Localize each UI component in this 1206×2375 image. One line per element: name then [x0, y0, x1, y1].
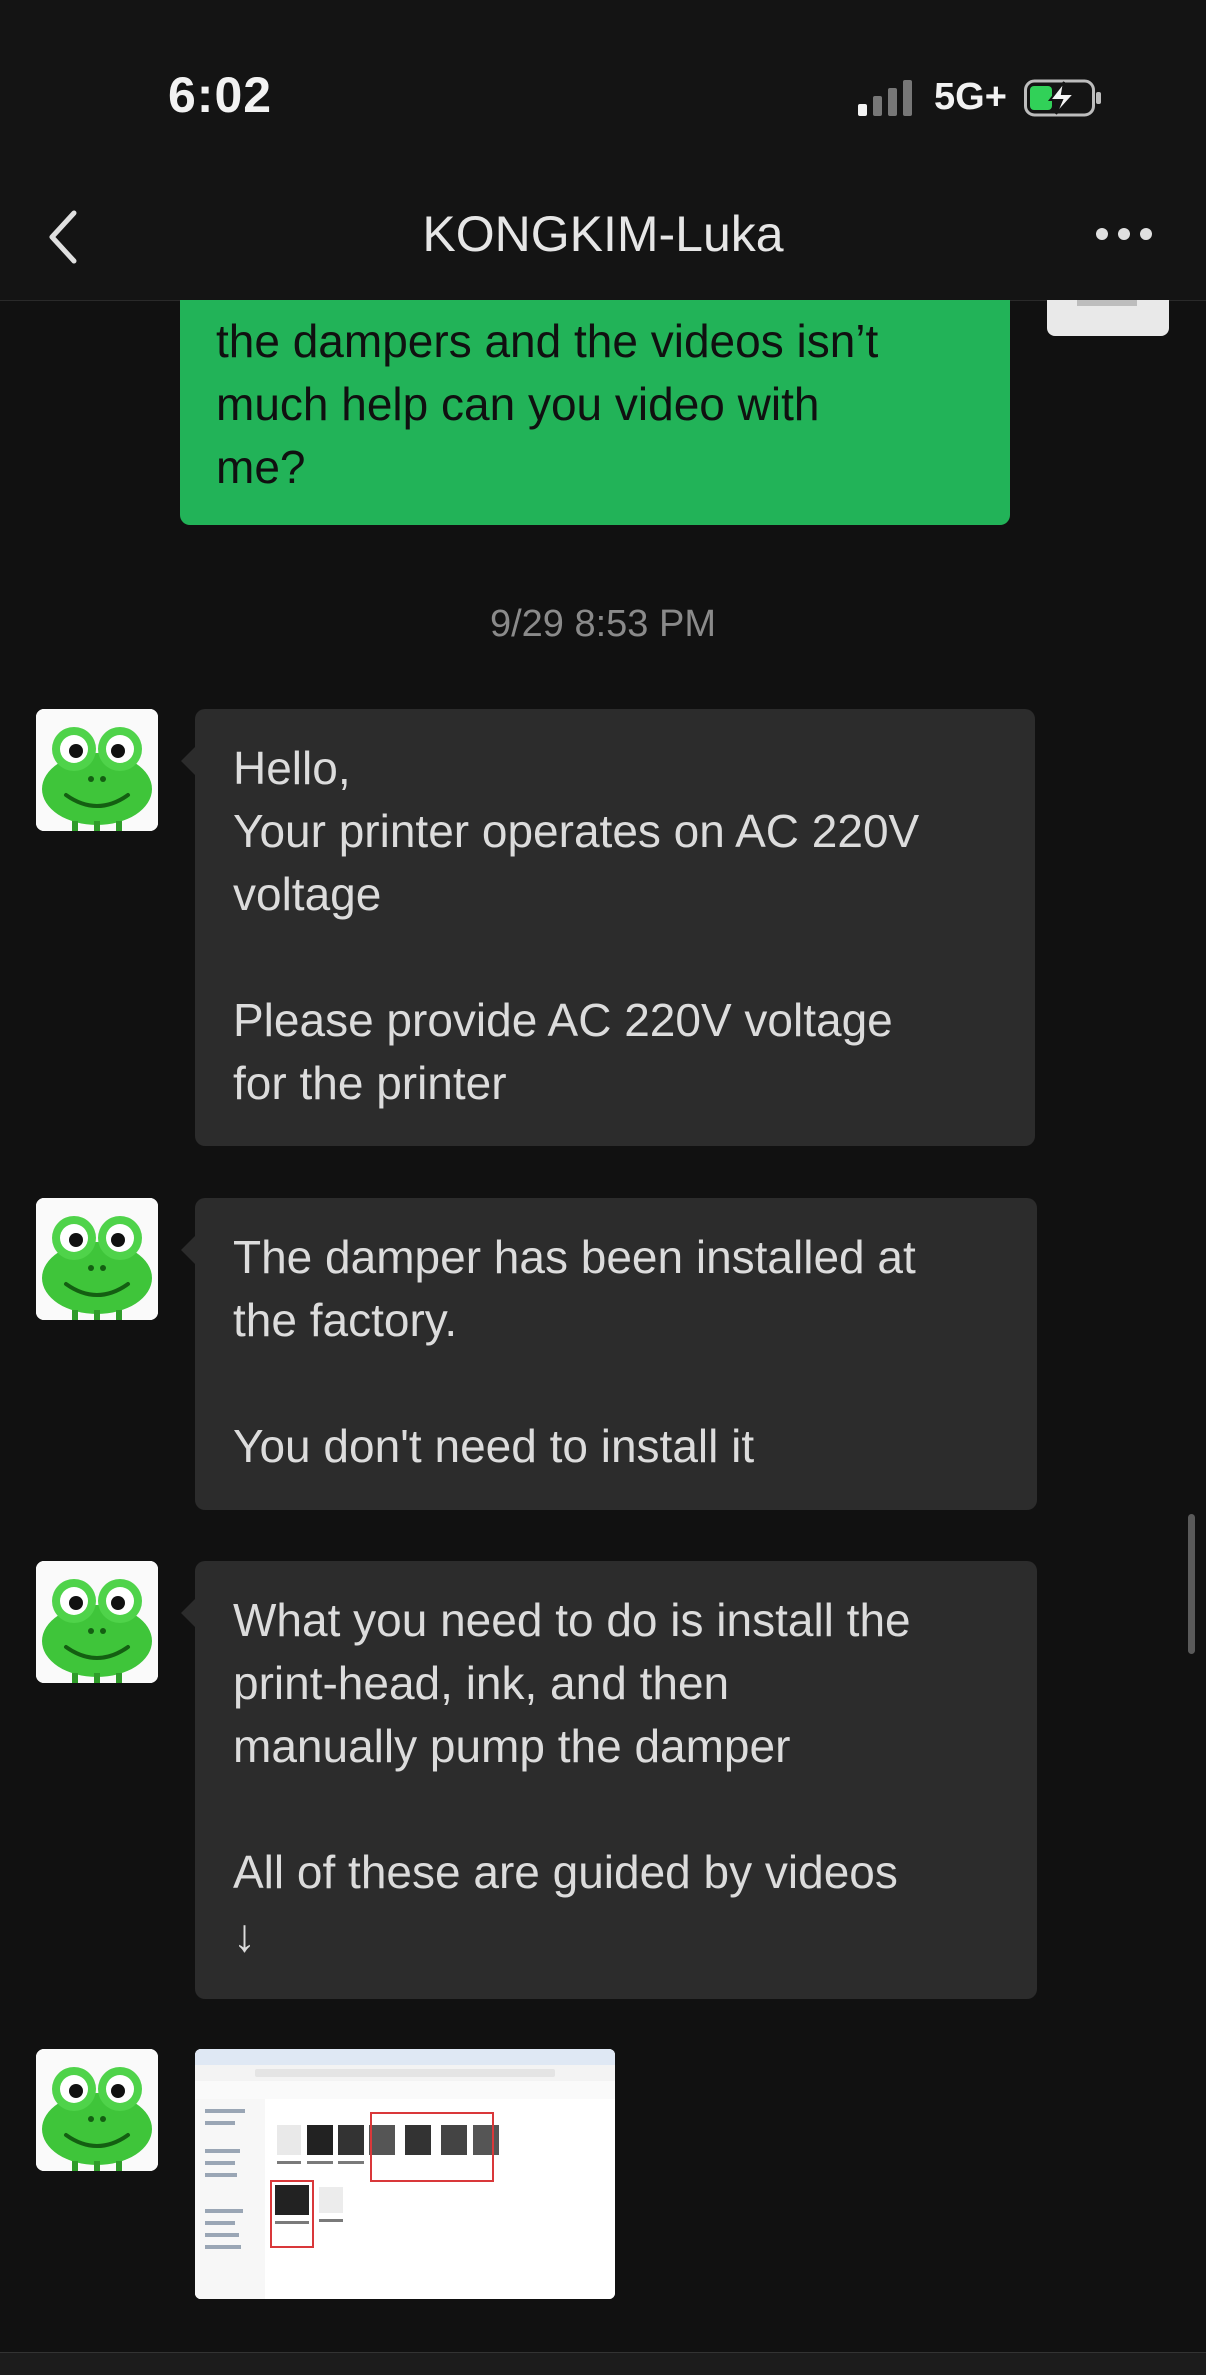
- input-bar-edge: [0, 2352, 1206, 2375]
- frog-avatar-icon[interactable]: [36, 1561, 158, 1683]
- screenshot-image-message[interactable]: [195, 2049, 615, 2299]
- network-type: 5G+: [934, 76, 1007, 118]
- file-explorer-thumbnail: [195, 2049, 615, 2299]
- outgoing-message-text: the dampers and the videos isn’t much he…: [216, 315, 879, 493]
- chat-area: the dampers and the videos isn’t much he…: [0, 300, 1206, 2374]
- frog-avatar-icon[interactable]: [36, 1198, 158, 1320]
- status-bar: 6:02 5G+: [0, 0, 1206, 200]
- frog-avatar-icon[interactable]: [36, 2049, 158, 2171]
- status-time: 6:02: [168, 67, 273, 123]
- message-timestamp: 9/29 8:53 PM: [489, 603, 717, 645]
- chat-title: KONGKIM-Luka: [422, 206, 784, 262]
- battery-charging-icon: [1024, 79, 1101, 117]
- signal-icon: [858, 80, 912, 116]
- incoming-message[interactable]: Hello, Your printer operates on AC 220V …: [181, 709, 1035, 1146]
- frog-avatar-icon[interactable]: [36, 709, 158, 831]
- incoming-message[interactable]: What you need to do is install the print…: [181, 1561, 1037, 1999]
- more-icon[interactable]: [1094, 222, 1154, 246]
- scrollbar[interactable]: [1188, 1514, 1195, 1654]
- incoming-message[interactable]: The damper has been installed at the fac…: [181, 1198, 1037, 1510]
- my-avatar[interactable]: [1047, 300, 1169, 336]
- outgoing-message[interactable]: the dampers and the videos isn’t much he…: [180, 300, 1010, 525]
